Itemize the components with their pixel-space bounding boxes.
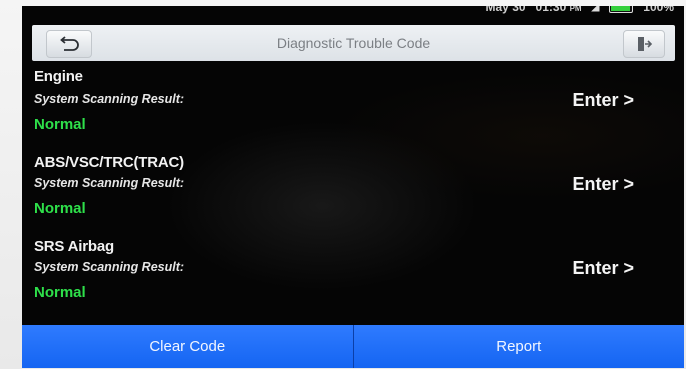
system-name: Engine	[34, 68, 83, 85]
enter-button-srs-airbag[interactable]: Enter >	[572, 258, 634, 279]
system-result-label: System Scanning Result:	[34, 260, 185, 274]
system-result-label: System Scanning Result:	[34, 92, 185, 106]
page-title: Diagnostic Trouble Code	[276, 35, 431, 51]
system-result-label: System Scanning Result:	[34, 176, 185, 190]
title-bar: Diagnostic Trouble Code	[32, 25, 675, 61]
system-result-status: Normal	[34, 284, 86, 301]
status-time: 01:30 PM	[536, 6, 582, 14]
system-result-status: Normal	[34, 116, 86, 133]
status-time-value: 01:30	[535, 6, 567, 14]
system-item-srs-airbag: SRS Airbag System Scanning Result: Norma…	[22, 230, 684, 314]
system-list: Engine System Scanning Result: Normal En…	[22, 62, 684, 314]
exit-button[interactable]	[623, 30, 665, 58]
status-bar: May 30 01:30 PM ◢ 100%	[486, 6, 674, 14]
battery-percentage: 100%	[643, 6, 674, 14]
device-screen: May 30 01:30 PM ◢ 100% Diagnostic Troubl…	[22, 6, 684, 368]
report-button[interactable]: Report	[352, 325, 684, 368]
enter-button-engine[interactable]: Enter >	[572, 90, 634, 111]
device-bezel: May 30 01:30 PM ◢ 100% Diagnostic Troubl…	[0, 0, 686, 369]
system-name: ABS/VSC/TRC(TRAC)	[34, 154, 184, 171]
enter-button-abs[interactable]: Enter >	[572, 174, 634, 195]
bottom-action-bar: Clear Code Report	[22, 325, 684, 368]
system-result-status: Normal	[34, 200, 86, 217]
battery-icon	[609, 6, 634, 13]
system-item-engine: Engine System Scanning Result: Normal En…	[22, 62, 684, 146]
status-date: May 30	[485, 6, 526, 14]
back-arrow-icon	[60, 36, 79, 51]
exit-icon	[638, 37, 653, 51]
status-time-suffix: PM	[569, 6, 582, 13]
wifi-icon: ◢	[591, 6, 600, 13]
system-item-abs: ABS/VSC/TRC(TRAC) System Scanning Result…	[22, 146, 684, 230]
clear-code-button[interactable]: Clear Code	[22, 325, 353, 368]
system-name: SRS Airbag	[34, 238, 114, 255]
back-button[interactable]	[46, 30, 92, 58]
